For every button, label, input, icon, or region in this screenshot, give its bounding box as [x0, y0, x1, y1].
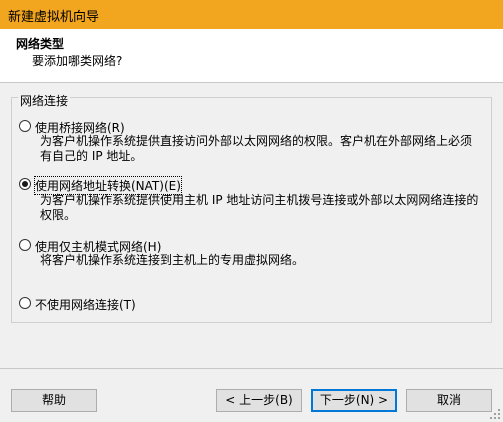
nat-label[interactable]: 使用网络地址转换(NAT)(E)	[34, 176, 182, 195]
wizard-header: 网络类型 要添加哪类网络?	[0, 29, 503, 83]
footer-divider	[0, 368, 503, 369]
nat-description: 为客户机操作系统提供使用主机 IP 地址访问主机拨号连接或外部以太网网络连接的权…	[40, 193, 479, 222]
window-title: 新建虚拟机向导	[8, 10, 100, 25]
page-title: 网络类型	[16, 37, 65, 51]
host-only-description: 将客户机操作系统连接到主机上的专用虚拟网络。	[40, 253, 305, 267]
cancel-button[interactable]: 取消	[406, 389, 492, 412]
group-legend: 网络连接	[18, 92, 71, 109]
title-bar[interactable]: 新建虚拟机向导	[0, 0, 503, 29]
bridged-description: 为客户机操作系统提供直接访问外部以太网网络的权限。客户机在外部网络上必须有自己的…	[40, 134, 473, 163]
no-network-radio[interactable]	[19, 297, 31, 309]
next-button[interactable]: 下一步(N) >	[311, 389, 397, 412]
nat-radio[interactable]	[19, 178, 31, 190]
help-button[interactable]: 帮助	[11, 389, 97, 412]
back-button[interactable]: < 上一步(B)	[216, 389, 302, 412]
resize-grip-icon[interactable]	[489, 408, 501, 420]
host-only-radio[interactable]	[19, 239, 31, 251]
bridged-radio[interactable]	[19, 120, 31, 132]
page-subtitle: 要添加哪类网络?	[32, 54, 123, 68]
no-network-label[interactable]: 不使用网络连接(T)	[35, 296, 136, 313]
